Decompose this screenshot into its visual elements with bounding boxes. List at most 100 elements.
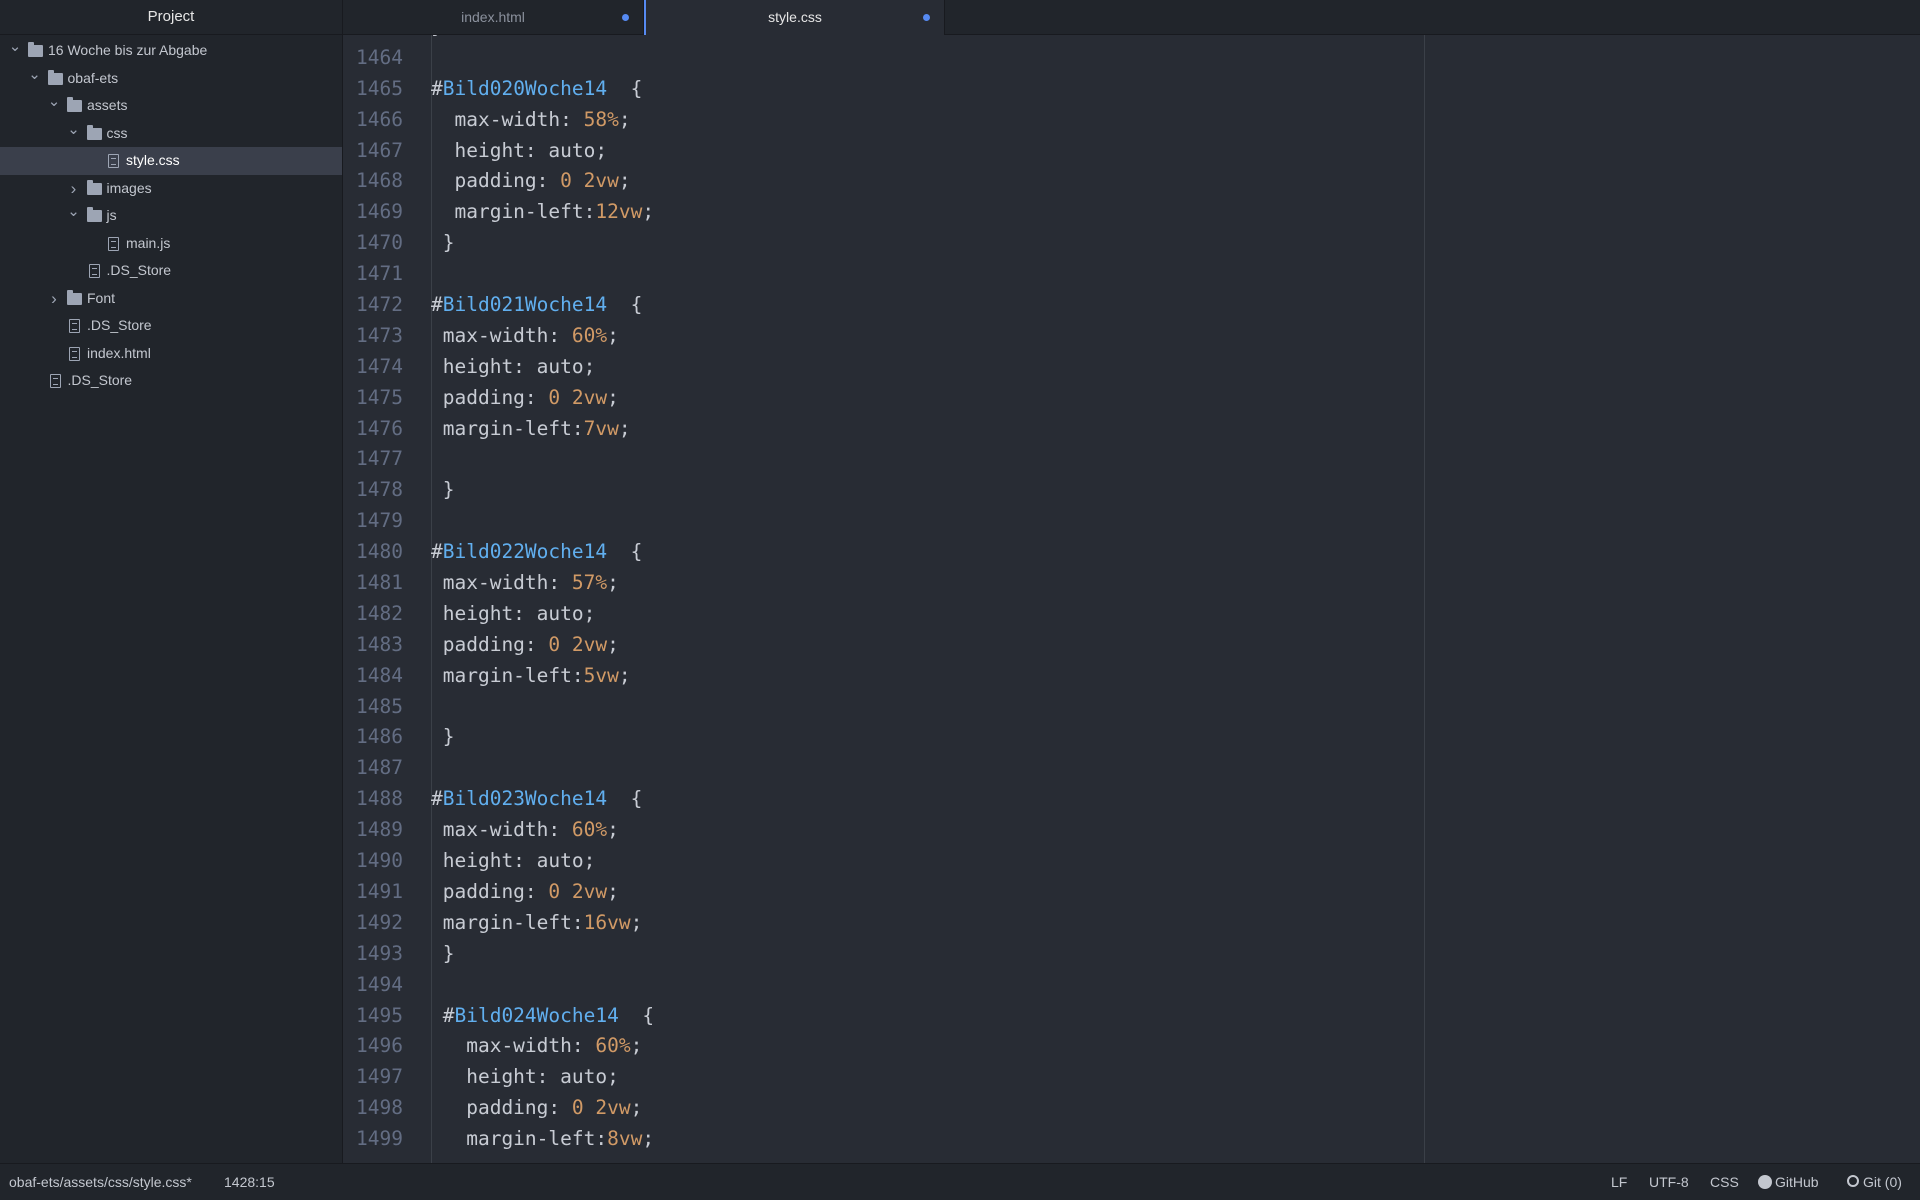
- code-line[interactable]: 1468 padding: 0 2vw;: [343, 166, 1920, 197]
- status-git[interactable]: Git (0): [1847, 1164, 1902, 1200]
- folder-icon: [67, 97, 82, 112]
- css-value: 60%: [571, 323, 608, 347]
- tree-folder[interactable]: ⌄ 16 Woche bis zur Abgabe: [0, 37, 342, 65]
- code-line[interactable]: 1469 margin-left:12vw;: [343, 197, 1920, 228]
- chevron-down-icon[interactable]: ⌄: [67, 198, 81, 226]
- css-token: #: [431, 293, 443, 317]
- code-line[interactable]: 1487: [343, 753, 1920, 784]
- tree-file[interactable]: index.html: [0, 340, 342, 368]
- css-token: }: [431, 478, 455, 502]
- tree-folder[interactable]: › Font: [0, 285, 342, 313]
- css-value: 16vw: [583, 910, 631, 934]
- folder-icon: [86, 179, 102, 195]
- tab-style-css[interactable]: style.css: [644, 0, 945, 35]
- chevron-down-icon[interactable]: ⌄: [8, 33, 22, 61]
- line-number: 1492: [356, 910, 403, 934]
- code-line[interactable]: 1491 padding: 0 2vw;: [343, 877, 1920, 908]
- line-number: 1483: [356, 632, 403, 656]
- code-line[interactable]: 1463}: [343, 35, 1920, 43]
- line-number: 1475: [356, 385, 403, 409]
- code-line[interactable]: 1474 height: auto;: [343, 352, 1920, 383]
- line-number: 1468: [356, 169, 403, 193]
- code-line[interactable]: 1477: [343, 444, 1920, 475]
- css-token: }: [431, 941, 455, 965]
- code-line[interactable]: 1488 #Bild023Woche14 {: [343, 784, 1920, 815]
- css-selector-id: Bild024Woche14: [454, 1003, 619, 1027]
- file-text-icon: [88, 264, 100, 278]
- css-token: ;: [630, 1096, 643, 1120]
- tree-item-label: Font: [87, 289, 116, 306]
- code-line[interactable]: 1478 }: [343, 475, 1920, 506]
- tree-folder[interactable]: ⌄ css: [0, 120, 342, 148]
- code-line[interactable]: 1472 #Bild021Woche14 {: [343, 290, 1920, 321]
- code-line[interactable]: 1493 }: [343, 939, 1920, 970]
- code-line[interactable]: 1498 padding: 0 2vw;: [343, 1093, 1920, 1124]
- code-line[interactable]: 1494: [343, 970, 1920, 1001]
- line-number: 1494: [356, 972, 403, 996]
- tree-file[interactable]: style.css: [0, 147, 342, 175]
- chevron-right-icon[interactable]: ›: [47, 285, 61, 313]
- code-line[interactable]: 1497 height: auto;: [343, 1062, 1920, 1093]
- line-number: 1476: [356, 416, 403, 440]
- status-encoding[interactable]: UTF-8: [1649, 1164, 1689, 1200]
- code-line[interactable]: 1490 height: auto;: [343, 846, 1920, 877]
- line-number: 1491: [356, 879, 403, 903]
- code-line[interactable]: 1495 #Bild024Woche14 {: [343, 1001, 1920, 1032]
- code-line[interactable]: 1486 }: [343, 722, 1920, 753]
- code-text: padding: 0 2vw;: [431, 1093, 642, 1124]
- css-token: ;: [642, 200, 655, 224]
- code-line[interactable]: 1471: [343, 259, 1920, 290]
- tab-bar: index.html style.css: [343, 0, 1920, 35]
- tree-file[interactable]: .DS_Store: [0, 257, 342, 285]
- code-line[interactable]: 1483 padding: 0 2vw;: [343, 630, 1920, 661]
- code-line[interactable]: 1499 margin-left:8vw;: [343, 1124, 1920, 1155]
- line-number: 1498: [356, 1096, 403, 1120]
- code-line[interactable]: 1466 max-width: 58%;: [343, 105, 1920, 136]
- code-text: height: auto;: [431, 846, 596, 877]
- code-text: margin-left:16vw;: [431, 908, 643, 939]
- tree-folder[interactable]: ⌄ js: [0, 202, 342, 230]
- modified-dot-icon: [622, 14, 629, 21]
- code-line[interactable]: 1480 #Bild022Woche14 {: [343, 537, 1920, 568]
- code-line[interactable]: 1482 height: auto;: [343, 599, 1920, 630]
- chevron-down-icon[interactable]: ⌄: [28, 61, 42, 89]
- line-number: 1497: [356, 1065, 403, 1089]
- code-line[interactable]: 1470 }: [343, 228, 1920, 259]
- code-line[interactable]: 1485: [343, 692, 1920, 723]
- code-line[interactable]: 1479: [343, 506, 1920, 537]
- tree-file[interactable]: main.js: [0, 230, 342, 258]
- code-text: max-width: 60%;: [431, 321, 619, 352]
- code-line[interactable]: 1489 max-width: 60%;: [343, 815, 1920, 846]
- code-line[interactable]: 1484 margin-left:5vw;: [343, 661, 1920, 692]
- code-line[interactable]: 1492 margin-left:16vw;: [343, 908, 1920, 939]
- tree-file[interactable]: .DS_Store: [0, 312, 342, 340]
- tree-folder[interactable]: ⌄ assets: [0, 92, 342, 120]
- status-grammar[interactable]: CSS: [1710, 1164, 1739, 1200]
- git-commit-icon: [1847, 1175, 1859, 1187]
- line-number: 1481: [356, 571, 403, 595]
- code-line[interactable]: 1467 height: auto;: [343, 136, 1920, 167]
- code-line[interactable]: 1465 #Bild020Woche14 {: [343, 74, 1920, 105]
- css-token: ;: [618, 663, 631, 687]
- code-line[interactable]: 1473 max-width: 60%;: [343, 321, 1920, 352]
- code-line[interactable]: 1496 max-width: 60%;: [343, 1031, 1920, 1062]
- status-github[interactable]: GitHub: [1758, 1164, 1819, 1200]
- code-line[interactable]: 1476 margin-left:7vw;: [343, 414, 1920, 445]
- tree-item-label: .DS_Store: [67, 372, 133, 388]
- tab-index-html[interactable]: index.html: [343, 0, 644, 34]
- css-token: height: auto;: [431, 354, 596, 378]
- status-file-path[interactable]: obaf-ets/assets/css/style.css*: [9, 1164, 192, 1200]
- status-cursor-position[interactable]: 1428:15: [224, 1164, 275, 1200]
- chevron-down-icon[interactable]: ⌄: [47, 88, 61, 116]
- code-line[interactable]: 1464: [343, 43, 1920, 74]
- code-editor[interactable]: 1463}14641465#Bild020Woche14 {1466 max-w…: [343, 35, 1920, 1164]
- chevron-down-icon[interactable]: ⌄: [67, 116, 81, 144]
- css-token: ;: [642, 1127, 655, 1151]
- code-text: #Bild021Woche14 {: [431, 290, 642, 321]
- css-token: {: [607, 76, 643, 100]
- status-line-ending[interactable]: LF: [1611, 1164, 1627, 1200]
- tree-folder[interactable]: › images: [0, 175, 342, 203]
- code-line[interactable]: 1481 max-width: 57%;: [343, 568, 1920, 599]
- tree-file[interactable]: .DS_Store: [0, 367, 342, 395]
- code-line[interactable]: 1475 padding: 0 2vw;: [343, 383, 1920, 414]
